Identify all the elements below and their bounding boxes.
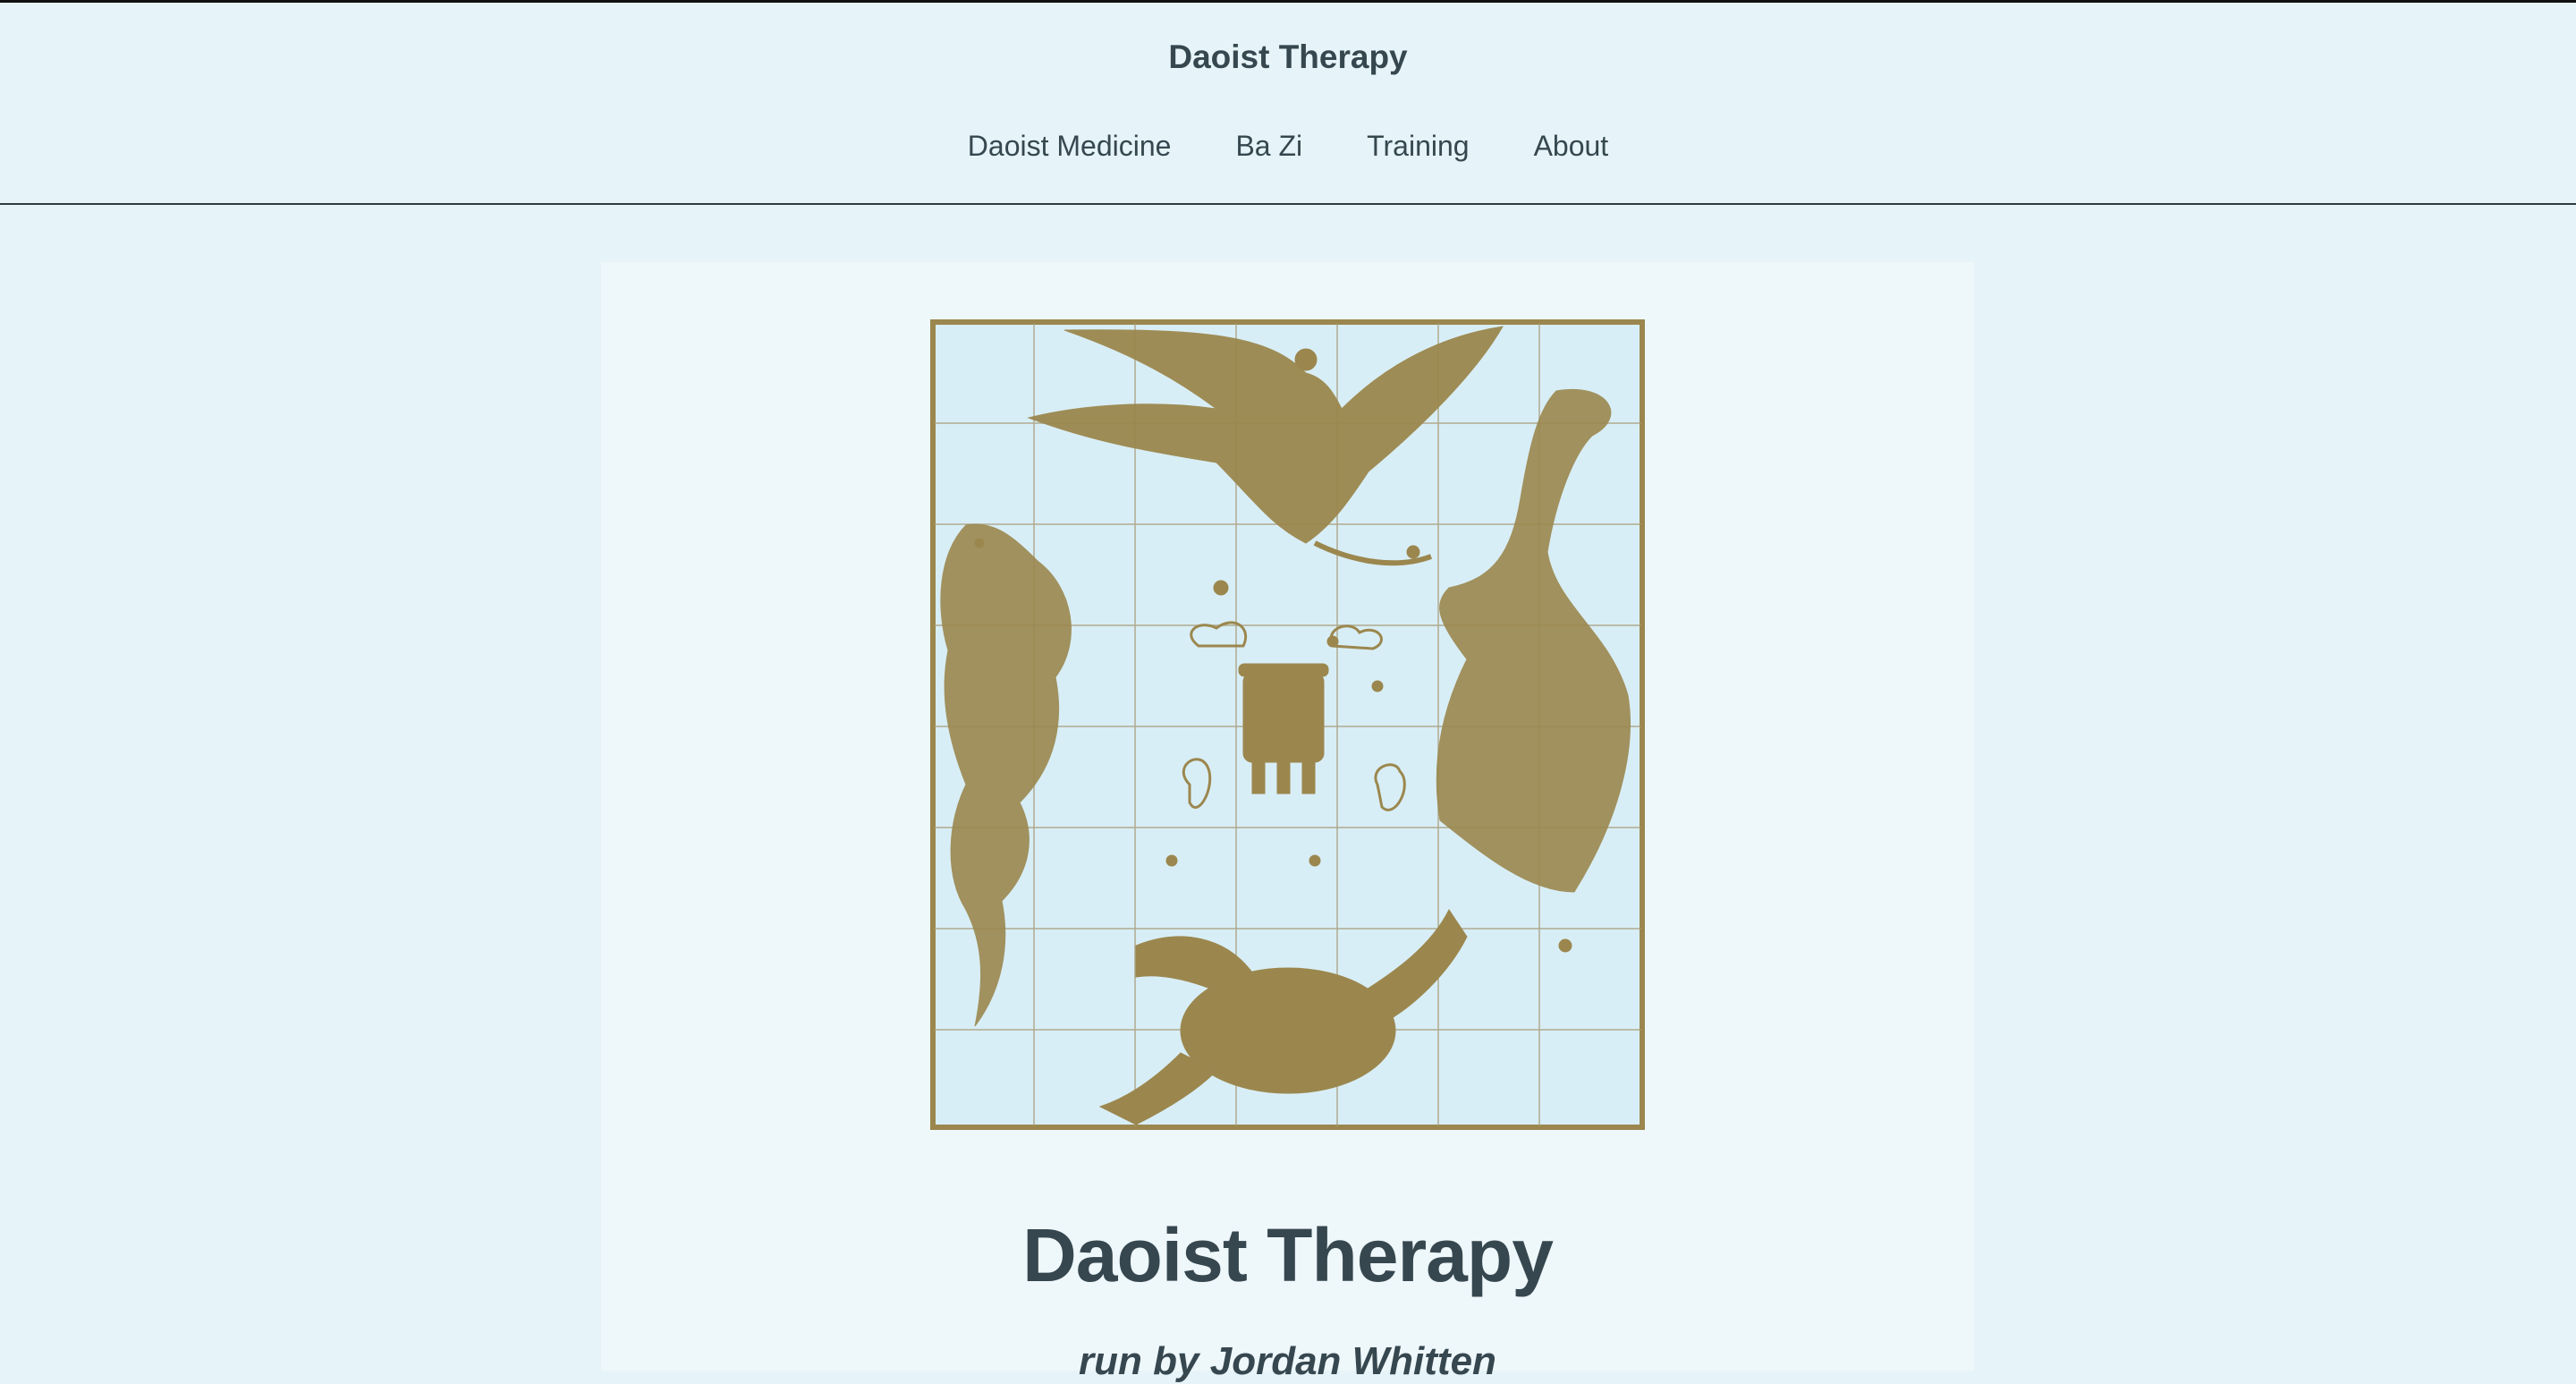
nav-daoist-medicine[interactable]: Daoist Medicine: [968, 128, 1172, 164]
four-symbols-illustration: [930, 319, 1645, 1130]
main-nav: Daoist Medicine Ba Zi Training About: [0, 128, 2576, 164]
site-header: Daoist Therapy Daoist Medicine Ba Zi Tra…: [0, 3, 2576, 205]
author-byline: run by Jordan Whitten: [1079, 1339, 1496, 1383]
nav-training[interactable]: Training: [1367, 128, 1469, 164]
hero-card: Daoist Therapy run by Jordan Whitten: [601, 262, 1974, 1383]
nav-about[interactable]: About: [1534, 128, 1609, 164]
page-title: Daoist Therapy: [1022, 1213, 1554, 1297]
nav-ba-zi[interactable]: Ba Zi: [1235, 128, 1302, 164]
site-title-link[interactable]: Daoist Therapy: [0, 38, 2576, 76]
